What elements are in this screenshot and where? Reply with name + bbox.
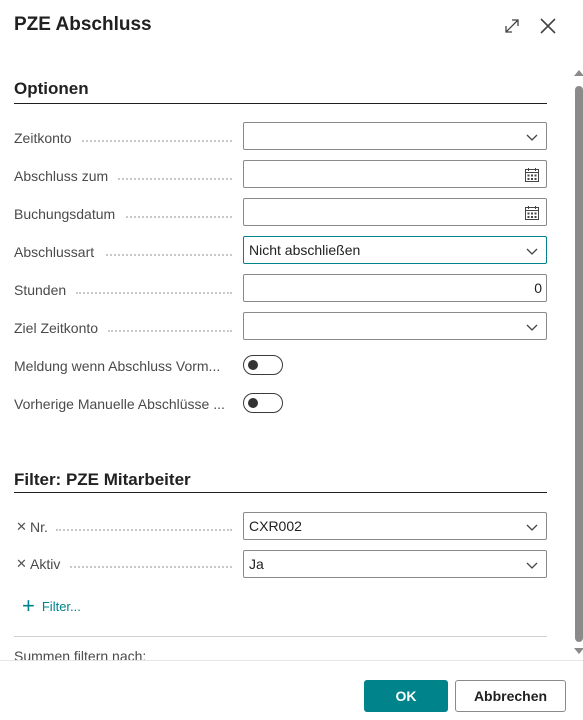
- footer-divider: [0, 660, 583, 661]
- meldung-toggle[interactable]: [243, 355, 283, 375]
- section-divider: [14, 492, 547, 493]
- field-label-abschlussart: Abschlussart: [14, 244, 95, 260]
- buchungsdatum-date-input[interactable]: [243, 198, 547, 226]
- scroll-down-arrow-icon[interactable]: [574, 648, 583, 654]
- filter-label-nr: Nr.: [30, 519, 48, 535]
- expand-icon[interactable]: [500, 14, 524, 38]
- filter-nr-select[interactable]: CXR002: [243, 512, 547, 540]
- label-dots: [56, 529, 232, 531]
- cancel-button[interactable]: Abbrechen: [455, 680, 566, 712]
- field-label-buchungsdatum: Buchungsdatum: [14, 206, 116, 222]
- calendar-icon[interactable]: [524, 167, 540, 183]
- scroll-up-arrow-icon[interactable]: [574, 70, 583, 76]
- section-divider: [14, 103, 547, 104]
- abschlussart-value: Nicht abschließen: [249, 242, 361, 258]
- close-icon[interactable]: [536, 14, 560, 38]
- label-dots: [82, 140, 232, 142]
- field-label-stunden: Stunden: [14, 282, 67, 298]
- chevron-down-icon: [524, 519, 540, 535]
- toggle-knob: [248, 398, 258, 408]
- vorherige-toggle[interactable]: [243, 393, 283, 413]
- stunden-value: 0: [534, 280, 542, 296]
- filter-aktiv-value: Ja: [249, 556, 264, 572]
- label-dots: [108, 330, 232, 332]
- section-title-filter: Filter: PZE Mitarbeiter: [14, 470, 191, 489]
- label-dots: [106, 254, 232, 256]
- field-label-vorherige: Vorherige Manuelle Abschlüsse ...: [14, 396, 225, 412]
- ok-button[interactable]: OK: [364, 680, 448, 712]
- summen-filtern-heading: Summen filtern nach:: [14, 648, 147, 660]
- toggle-knob: [248, 360, 258, 370]
- chevron-down-icon: [524, 129, 540, 145]
- field-label-zeitkonto: Zeitkonto: [14, 130, 72, 146]
- abschluss-zum-date-input[interactable]: [243, 160, 547, 188]
- section-title-optionen: Optionen: [14, 79, 89, 98]
- add-filter-link[interactable]: + Filter...: [22, 593, 81, 618]
- chevron-down-icon: [524, 557, 540, 573]
- chevron-down-icon: [524, 243, 540, 259]
- plus-icon: +: [22, 593, 35, 618]
- label-dots: [118, 178, 232, 180]
- filter-nr-value: CXR002: [249, 518, 302, 534]
- add-filter-label: Filter...: [41, 598, 81, 614]
- dialog-title: PZE Abschluss: [14, 14, 152, 35]
- remove-filter-nr-icon[interactable]: ✕: [16, 519, 27, 535]
- field-label-ziel-zeitkonto: Ziel Zeitkonto: [14, 320, 99, 336]
- scrollbar-thumb[interactable]: [575, 86, 583, 642]
- field-label-abschluss-zum: Abschluss zum: [14, 168, 109, 184]
- stunden-input[interactable]: 0: [243, 274, 547, 302]
- label-dots: [70, 566, 232, 568]
- chevron-down-icon: [524, 319, 540, 335]
- field-label-meldung: Meldung wenn Abschluss Vorm...: [14, 358, 221, 374]
- label-dots: [126, 216, 232, 218]
- filter-label-aktiv: Aktiv: [30, 556, 61, 572]
- ziel-zeitkonto-select[interactable]: [243, 312, 547, 340]
- filter-aktiv-select[interactable]: Ja: [243, 550, 547, 578]
- calendar-icon[interactable]: [524, 205, 540, 221]
- section-divider: [14, 636, 547, 637]
- zeitkonto-select[interactable]: [243, 122, 547, 150]
- dialog-content: Optionen Zeitkonto Abschluss zum Buchung…: [0, 58, 572, 660]
- label-dots: [76, 292, 232, 294]
- remove-filter-aktiv-icon[interactable]: ✕: [16, 556, 27, 572]
- abschlussart-select[interactable]: Nicht abschließen: [243, 236, 547, 264]
